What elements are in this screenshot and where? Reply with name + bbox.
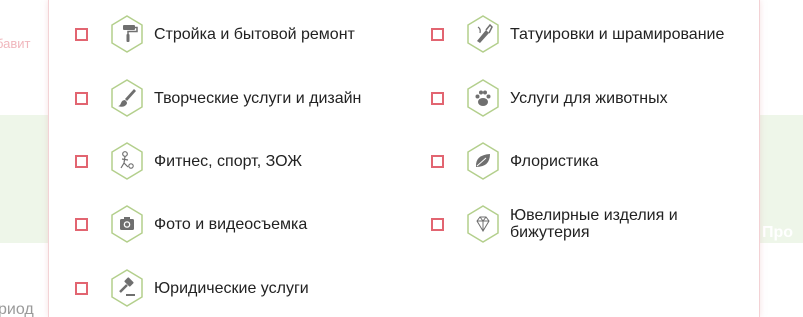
paw-icon — [467, 79, 499, 117]
category-option-label: Фото и видеосъемка — [154, 215, 308, 233]
category-option-label: Юридические услуги — [154, 279, 309, 297]
category-option-fitness[interactable]: Фитнес, спорт, ЗОЖ — [75, 141, 405, 181]
category-option-label: Стройка и бытовой ремонт — [154, 25, 355, 43]
category-option-photo[interactable]: Фото и видеосъемка — [75, 204, 405, 244]
category-option-creative[interactable]: Творческие услуги и дизайн — [75, 78, 405, 118]
category-option-jewelry[interactable]: Ювелирные изделия и бижутерия — [431, 204, 741, 244]
category-checkbox[interactable] — [431, 91, 444, 105]
gavel-icon — [111, 269, 143, 307]
category-checkbox[interactable] — [75, 154, 88, 168]
diamond-icon — [467, 205, 499, 243]
category-option-construction[interactable]: Стройка и бытовой ремонт — [75, 14, 405, 54]
background-button-fragment: Про — [762, 224, 794, 241]
category-option-floristry[interactable]: Флористика — [431, 141, 741, 181]
category-option-label: Услуги для животных — [510, 89, 668, 107]
category-checkbox[interactable] — [431, 27, 444, 41]
category-option-tattoo[interactable]: Татуировки и шрамирование — [431, 14, 741, 54]
category-checkbox[interactable] — [431, 154, 444, 168]
category-checkbox[interactable] — [431, 217, 444, 231]
leaf-icon — [467, 142, 499, 180]
category-checkbox[interactable] — [75, 27, 88, 41]
paintbrush-icon — [111, 79, 143, 117]
tattoo-icon — [467, 15, 499, 53]
category-checkbox[interactable] — [75, 281, 88, 295]
fitness-icon — [111, 142, 143, 180]
category-dropdown: Стройка и бытовой ремонт Татуировки и шр… — [48, 0, 760, 317]
category-option-label: Фитнес, спорт, ЗОЖ — [154, 152, 302, 170]
category-checkbox[interactable] — [75, 91, 88, 105]
category-option-legal[interactable]: Юридические услуги — [75, 268, 405, 308]
category-option-label: Творческие услуги и дизайн — [154, 89, 362, 107]
background-period-fragment: риод — [0, 301, 34, 317]
camera-icon — [111, 205, 143, 243]
category-option-label: Ювелирные изделия и бижутерия — [510, 207, 678, 241]
paint-roller-icon — [111, 15, 143, 53]
category-checkbox[interactable] — [75, 217, 88, 231]
category-option-animals[interactable]: Услуги для животных — [431, 78, 741, 118]
background-text-fragment: бавит — [0, 36, 31, 51]
category-option-label: Татуировки и шрамирование — [510, 25, 725, 43]
category-option-label: Флористика — [510, 152, 599, 170]
